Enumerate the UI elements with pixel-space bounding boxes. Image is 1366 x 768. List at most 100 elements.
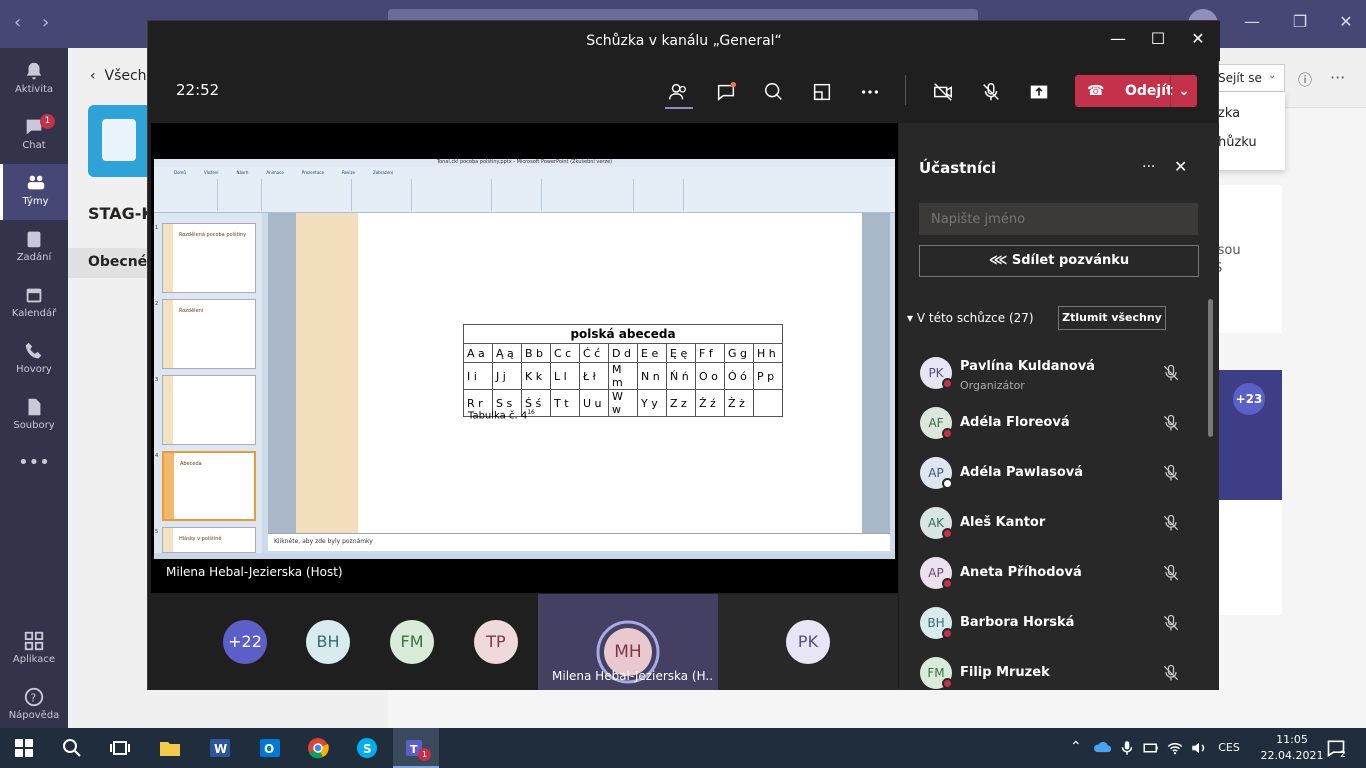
participant-row[interactable]: BH Barbora Horská <box>899 599 1199 649</box>
participant-row[interactable]: AK Aleš Kantor <box>899 499 1199 549</box>
active-speaker-tile[interactable]: MH Milena Hebal-Jezierska (H... <box>538 594 718 690</box>
apps-icon <box>24 631 44 651</box>
table-cell: G g <box>724 343 754 363</box>
minimize-icon[interactable]: — <box>1240 12 1264 31</box>
participant-row[interactable]: PK Pavlína Kuldanová Organizátor <box>899 349 1199 399</box>
participant-row[interactable]: AP Aneta Příhodová <box>899 549 1199 599</box>
panel-more-icon[interactable]: ··· <box>1142 159 1155 175</box>
back-arrow-icon[interactable]: ‹ <box>14 12 21 33</box>
dropdown-item[interactable]: zka <box>1210 92 1285 121</box>
slide-thumbnail[interactable]: Hlásky v polštině <box>162 527 256 553</box>
slide-thumbnail[interactable]: Rozdělení <box>162 299 256 369</box>
participant-tile[interactable]: PK <box>718 594 898 690</box>
presence-status-icon <box>942 428 953 439</box>
camera-toggle-button[interactable] <box>928 77 958 107</box>
forward-arrow-icon[interactable]: › <box>42 12 49 33</box>
raise-hand-button[interactable] <box>759 77 789 107</box>
rail-item-activity[interactable]: Aktivita <box>0 52 68 108</box>
rail-item-calls[interactable]: Hovory <box>0 332 68 388</box>
participant-avatar[interactable]: FM <box>390 620 434 664</box>
microphone-icon[interactable] <box>1118 736 1136 760</box>
presence-status-icon <box>942 628 953 639</box>
rail-label: Kalendář <box>11 308 57 319</box>
app-rail: Aktivita 1 Chat Týmy Zadání Kalendář Hov… <box>0 48 68 728</box>
mic-muted-icon[interactable] <box>1161 363 1181 383</box>
mic-muted-icon[interactable] <box>1161 413 1181 433</box>
word-icon[interactable]: W <box>208 736 232 760</box>
onedrive-icon[interactable] <box>1092 736 1112 760</box>
share-invite-button[interactable]: ⋘ Sdílet pozvánku <box>919 245 1199 277</box>
mic-muted-icon[interactable] <box>1161 663 1181 683</box>
search-icon[interactable] <box>60 736 84 760</box>
slide-thumbnail[interactable]: Rozdělená pocoba polštiny <box>162 223 256 293</box>
in-meeting-section[interactable]: ▾ V této schůzce (27) <box>907 311 1034 325</box>
panel-scrollbar[interactable] <box>1208 299 1213 437</box>
chevron-down-icon[interactable]: ⌄ <box>1170 75 1197 107</box>
more-actions-button[interactable] <box>855 77 885 107</box>
rail-item-calendar[interactable]: Kalendář <box>0 276 68 332</box>
participant-avatar[interactable]: BH <box>306 620 350 664</box>
chat-button[interactable] <box>711 77 741 107</box>
chevron-up-icon[interactable]: ⌃ <box>1070 739 1082 755</box>
rail-item-help[interactable]: ? Nápověda <box>0 678 68 734</box>
task-view-icon[interactable] <box>108 736 132 760</box>
rail-item-teams[interactable]: Týmy <box>0 164 68 220</box>
rail-item-apps[interactable]: Aplikace <box>0 622 68 678</box>
table-cell: L l <box>550 362 580 390</box>
input-language[interactable]: CES <box>1214 741 1244 754</box>
participant-row[interactable]: FM Filip Mruzek <box>899 649 1199 699</box>
mic-muted-icon[interactable] <box>1161 513 1181 533</box>
maximize-icon[interactable]: ☐ <box>1146 29 1170 48</box>
rail-more-icon[interactable]: ••• <box>0 452 68 482</box>
restore-icon[interactable]: ❐ <box>1288 12 1312 31</box>
rail-item-files[interactable]: Soubory <box>0 388 68 444</box>
participants-button[interactable] <box>663 77 693 109</box>
leave-button[interactable]: ☎ Odejít ⌄ <box>1075 75 1197 107</box>
mic-toggle-button[interactable] <box>976 77 1006 107</box>
slide-thumbnail[interactable] <box>162 375 256 445</box>
mic-muted-icon[interactable] <box>1161 463 1181 483</box>
mute-all-button[interactable]: Ztlumit všechny <box>1058 306 1166 330</box>
participant-row[interactable]: AP Adéla Pawlasová <box>899 449 1199 499</box>
current-slide[interactable]: polská abeceda A aĄ ąB bC cĆ ćD dE eĘ ęF… <box>358 213 862 533</box>
outlook-icon[interactable]: O <box>258 736 282 760</box>
notes-pane[interactable]: Klikněte, aby zde byly poznámky <box>268 533 890 551</box>
overflow-participants-button[interactable]: +22 <box>223 620 267 664</box>
table-cell: F f <box>695 343 725 363</box>
people-icon <box>669 83 686 100</box>
volume-icon[interactable] <box>1190 736 1208 760</box>
rail-item-chat[interactable]: 1 Chat <box>0 108 68 164</box>
participant-search-input[interactable] <box>919 203 1198 235</box>
mic-muted-icon[interactable] <box>1161 563 1181 583</box>
close-icon[interactable]: ✕ <box>1334 12 1358 31</box>
close-icon[interactable]: ✕ <box>1186 29 1210 48</box>
windows-start-icon[interactable] <box>12 736 36 760</box>
alphabet-table: polská abeceda A aĄ ąB bC cĆ ćD dE eĘ ęF… <box>463 324 783 417</box>
mic-muted-icon[interactable] <box>1161 613 1181 633</box>
calendar-icon <box>26 288 42 303</box>
participant-name: Barbora Horská <box>960 615 1075 630</box>
battery-icon[interactable] <box>1142 736 1160 760</box>
slide-thumbnails: 1 Rozdělená pocoba polštiny 2 Rozdělení … <box>154 213 262 553</box>
minimize-icon[interactable]: — <box>1106 29 1130 48</box>
slide-thumbnail-selected[interactable]: Abeceda <box>162 451 256 521</box>
caption-footnote: 16 <box>527 409 535 416</box>
share-screen-button[interactable] <box>1024 77 1054 107</box>
participant-avatar[interactable]: TP <box>474 620 518 664</box>
clock-time[interactable]: 11:05 <box>1262 733 1322 746</box>
file-explorer-icon[interactable] <box>158 736 182 760</box>
clock-date[interactable]: 22.04.2021 <box>1256 749 1328 762</box>
rail-item-assignments[interactable]: Zadání <box>0 220 68 276</box>
chevron-down-icon[interactable]: ⌄ <box>1268 70 1276 81</box>
table-cell: Y y <box>637 389 667 417</box>
participant-row[interactable]: AF Adéla Floreová <box>899 399 1199 449</box>
info-icon[interactable]: ⓘ <box>1298 70 1312 90</box>
close-panel-icon[interactable]: ✕ <box>1174 157 1187 176</box>
more-options-icon[interactable]: ··· <box>1330 68 1345 87</box>
skype-icon[interactable]: S <box>355 736 379 760</box>
back-to-teams-link[interactable]: ‹ Všech <box>90 68 147 84</box>
chrome-icon[interactable] <box>306 736 330 760</box>
wifi-icon[interactable] <box>1166 736 1184 760</box>
dropdown-item[interactable]: hůzku <box>1210 121 1285 150</box>
breakout-rooms-button[interactable] <box>807 77 837 107</box>
